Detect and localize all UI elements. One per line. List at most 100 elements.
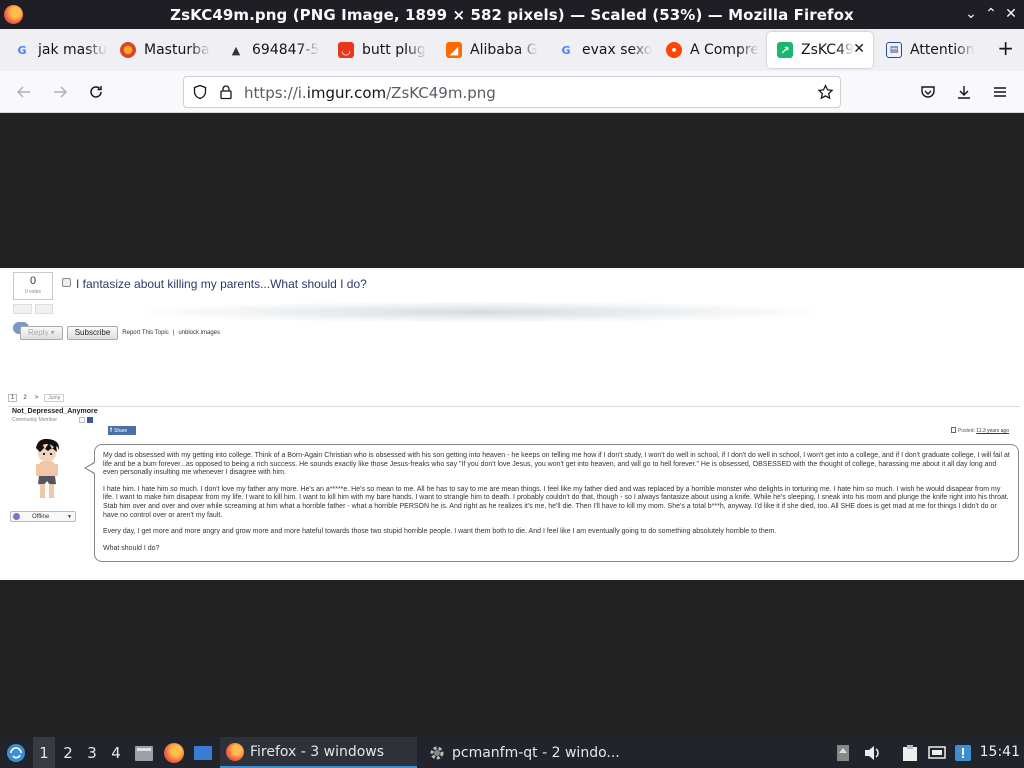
tray-network[interactable]: [927, 737, 947, 768]
bookmark-star-icon[interactable]: [817, 84, 834, 101]
user-icons: [79, 417, 93, 423]
user-title: Community Member: [12, 417, 58, 423]
shield-icon[interactable]: [192, 84, 208, 100]
user-avatar: [36, 438, 60, 498]
clock[interactable]: 15:41: [980, 744, 1020, 760]
tab-alibaba[interactable]: ◢ Alibaba G: [436, 32, 544, 68]
tray-volume[interactable]: [862, 737, 882, 768]
downloads-button[interactable]: [951, 79, 977, 105]
tab-jak-mastu[interactable]: G jak mastu: [4, 32, 108, 68]
post-paragraph: I hate him. I hate him so much. I don't …: [103, 485, 1009, 519]
tab-a-compre[interactable]: • A Compre: [656, 32, 764, 68]
post-paragraph: My dad is obsessed with my getting into …: [103, 452, 1010, 477]
url-bar[interactable]: https://i.imgur.com/ZsKC49m.png: [183, 76, 841, 108]
url-text[interactable]: https://i.imgur.com/ZsKC49m.png: [244, 84, 496, 102]
google-icon: G: [561, 43, 571, 57]
report-topic-link: Report This Topic: [122, 329, 169, 336]
pagination: 1 2 > Jump: [8, 394, 65, 402]
pocket-icon: [921, 86, 935, 98]
tab-attention[interactable]: ▤ Attention: [876, 32, 980, 68]
file-manager-launcher[interactable]: [133, 737, 155, 768]
displayed-image[interactable]: 0 0 votes I fantasize about killing my p…: [0, 268, 1024, 580]
tab-label: Masturba: [144, 42, 210, 58]
tab-label: butt plug: [362, 42, 426, 58]
unblock-images-link: unblock images: [178, 329, 221, 336]
tab-strip: G jak mastu Masturba ▲ 694847-5 ◡ butt p…: [0, 29, 1024, 71]
topic-title: I fantasize about killing my parents...W…: [76, 277, 367, 291]
tray-notifications[interactable]: [953, 737, 973, 768]
task-firefox[interactable]: Firefox - 3 windows: [220, 737, 417, 768]
imgur-icon: ↗: [777, 42, 793, 58]
post-paragraph: What should I do?: [103, 544, 160, 552]
post-paragraph: Every day, I get more and more angry and…: [103, 528, 777, 536]
tab-evax-sexo[interactable]: G evax sexo: [548, 32, 654, 68]
desktop-launcher[interactable]: [192, 737, 214, 768]
notification-icon: [955, 744, 971, 761]
workspace-2[interactable]: 2: [57, 737, 79, 768]
subscribe-button: Subscribe: [66, 325, 119, 340]
title-divider-glow: [100, 300, 860, 324]
post-body: My dad is obsessed with my getting into …: [94, 444, 1019, 562]
hamburger-menu-icon: [994, 87, 1006, 97]
task-label: pcmanfm-qt - 2 windo...: [452, 744, 620, 761]
tab-masturba[interactable]: Masturba: [110, 32, 216, 68]
taskbar: 1 2 3 4 Firefox - 3 windows pcmanfm-qt -…: [0, 737, 1024, 768]
clipboard-icon: [903, 744, 917, 761]
reply-button: Reply ▾: [20, 325, 63, 340]
google-icon: G: [17, 43, 27, 57]
profile-icon: [79, 417, 85, 423]
page-next: >: [34, 395, 39, 401]
window-titlebar: ZsKC49m.png (PNG Image, 1899 × 582 pixel…: [0, 0, 1024, 29]
lxqt-logo-icon: [7, 743, 25, 762]
online-status: Offline ▼: [10, 511, 76, 522]
pocket-button[interactable]: [915, 79, 941, 105]
tab-label: evax sexo: [582, 42, 653, 58]
page-1: 1: [8, 394, 18, 402]
update-icon: [837, 744, 849, 761]
tray-updates[interactable]: [833, 737, 853, 768]
close-tab-icon[interactable]: ✕: [853, 41, 865, 57]
tab-label: Alibaba G: [470, 42, 538, 58]
tab-label: jak mastu: [38, 42, 107, 58]
tab-butt-plug[interactable]: ◡ butt plug: [328, 32, 434, 68]
close-window-button[interactable]: ✕: [1002, 5, 1020, 23]
tray-clipboard[interactable]: [900, 737, 920, 768]
lock-icon[interactable]: [218, 84, 234, 100]
separator: |: [172, 329, 175, 336]
maximize-button[interactable]: ⌃: [982, 5, 1000, 23]
shop-icon: ◡: [338, 42, 354, 58]
minimize-button[interactable]: ⌄: [962, 5, 980, 23]
site-icon: [120, 42, 136, 58]
topic-actions: Reply ▾ Subscribe Report This Topic | un…: [20, 325, 220, 340]
facebook-share-button: f Share: [108, 426, 136, 435]
vote-buttons: [13, 304, 53, 314]
tab-694847[interactable]: ▲ 694847-5: [218, 32, 324, 68]
tab-label: A Compre: [690, 42, 759, 58]
alibaba-icon: ◢: [446, 42, 462, 58]
workspace-1[interactable]: 1: [33, 737, 55, 768]
forward-button[interactable]: [47, 79, 73, 105]
firefox-launcher[interactable]: [163, 737, 185, 768]
pyramid-icon: ▲: [231, 43, 241, 57]
topic-icon: [62, 278, 71, 287]
vote-count: 0: [29, 275, 37, 287]
tab-zskc49[interactable]: ↗ ZsKC49 ✕: [767, 32, 873, 68]
start-menu-button[interactable]: [4, 737, 28, 768]
new-tab-button[interactable]: +: [997, 36, 1014, 60]
workspace-3[interactable]: 3: [81, 737, 103, 768]
reload-button[interactable]: [83, 79, 109, 105]
task-pcmanfm[interactable]: pcmanfm-qt - 2 windo...: [422, 737, 632, 768]
vote-down-icon: [34, 304, 53, 314]
page-2: 2: [23, 395, 27, 401]
vote-label: 0 votes: [24, 289, 42, 295]
desktop-icon: [194, 745, 212, 760]
post-timestamp: Posted: 11.3 years ago: [950, 427, 1009, 434]
reload-icon: [90, 86, 102, 98]
app-menu-button[interactable]: [987, 79, 1013, 105]
speaker-icon: [865, 745, 879, 760]
back-button[interactable]: [11, 79, 37, 105]
reddit-icon: •: [666, 42, 682, 58]
doc-icon: ▤: [886, 42, 902, 58]
workspace-4[interactable]: 4: [105, 737, 127, 768]
folder-icon: [135, 745, 153, 761]
